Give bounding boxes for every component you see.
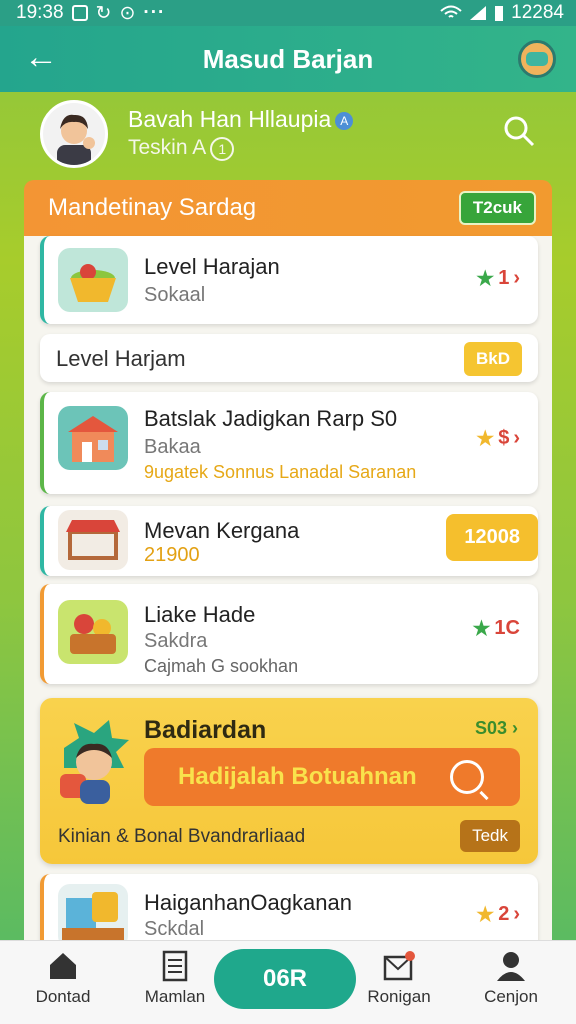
nav-item-home[interactable]: Dontad: [8, 949, 118, 1007]
promo-count-value: S03: [474, 718, 507, 738]
promo-count[interactable]: S03 ›: [475, 718, 518, 739]
chevron-right-icon: ›: [513, 267, 520, 289]
more-notifications-icon: ···: [143, 2, 166, 23]
item-rating: ★ $ ›: [476, 426, 520, 451]
rating-value: 1: [498, 267, 510, 289]
item-badge[interactable]: 12008: [446, 514, 538, 561]
profile-name-text: Bavah Han Hllaupia: [128, 106, 332, 132]
nav-item-profile[interactable]: Cenjon: [456, 949, 566, 1007]
card-header: Mandetinay Sardag T2cuk: [24, 180, 552, 236]
profile-header: Bavah Han Hllaupia A Teskin A1: [0, 92, 576, 176]
alarm-icon: ⊙: [119, 2, 136, 24]
avatar[interactable]: [40, 100, 108, 168]
nav-center-button[interactable]: 06R: [214, 949, 356, 1009]
item-title: HaiganhanOagkanan: [144, 890, 352, 915]
list-item[interactable]: Liake Hade Sakdra Cajmah G sookhan ★ 1C: [40, 584, 538, 684]
list-item[interactable]: Level Harajan Sokaal ★ 1 ›: [40, 236, 538, 324]
chevron-right-icon: ›: [513, 903, 520, 925]
mail-icon: [383, 951, 415, 981]
item-rating: ★ 1 ›: [476, 266, 520, 291]
chevron-right-icon: ›: [512, 718, 518, 738]
nav-item-messages[interactable]: Ronigan: [344, 949, 454, 1007]
item-subtitle: Sokaal: [144, 284, 206, 306]
promo-card: Badiardan S03 › Hadijalah Botuahnan Kini…: [40, 698, 538, 864]
star-icon: ★: [476, 904, 495, 926]
star-icon: ★: [476, 428, 495, 450]
rating-value: $: [498, 427, 510, 449]
nav-label: Dontad: [35, 987, 91, 1006]
card-title: Mandetinay Sardag: [48, 194, 257, 221]
promo-button-label: Hadijalah Botuahnan: [178, 763, 417, 790]
item-title: Liake Hade: [144, 602, 256, 627]
sync-icon: ↻: [95, 2, 112, 24]
item-title: Level Harajan: [144, 254, 280, 279]
assistant-avatar[interactable]: [518, 40, 556, 78]
promo-footer-text: Kinian & Bonal Bvandrarliaad: [58, 826, 306, 847]
item-subtitle: Bakaa: [144, 436, 201, 458]
item-badge: BkD: [463, 342, 522, 376]
document-icon: [162, 950, 188, 982]
mascot-icon: [60, 720, 129, 804]
bottom-nav: Dontad Mamlan 06R Ronigan Cenjon: [0, 940, 576, 1024]
shop-icon: [58, 406, 128, 470]
profile-subtitle: Teskin A1: [128, 136, 235, 161]
wifi-icon: [440, 5, 462, 18]
list-item[interactable]: Level Harjam BkD: [40, 334, 538, 382]
list-item[interactable]: Batslak Jadigkan Rarp S0 Bakaa 9ugatek S…: [40, 392, 538, 494]
item-subtitle: Sckdal: [144, 918, 205, 940]
app-bar: ← Masud Barjan: [0, 26, 576, 92]
item-title: Mevan Kergana: [144, 518, 300, 543]
basket-icon: [58, 248, 128, 312]
notification-icon: [71, 5, 88, 21]
level-badge: 1: [210, 137, 235, 161]
item-title: Level Harjam: [56, 346, 186, 371]
status-time: 19:38: [16, 2, 64, 23]
robot-icon: [526, 52, 548, 66]
item-subtitle: Sakdra: [144, 630, 208, 652]
nav-label: Mamlan: [144, 987, 206, 1006]
item-note: Cajmah G sookhan: [144, 656, 299, 676]
back-arrow-icon[interactable]: ←: [24, 40, 58, 74]
list-item[interactable]: Mevan Kergana 21900 12008: [40, 506, 538, 576]
storefront-icon: [58, 884, 128, 948]
promo-search-button[interactable]: Hadijalah Botuahnan: [144, 748, 520, 806]
fruit-basket-icon: [58, 600, 128, 664]
item-rating: ★ 2 ›: [476, 902, 520, 927]
chevron-right-icon: ›: [513, 427, 520, 449]
signal-icon: [470, 6, 487, 20]
star-icon: ★: [476, 268, 495, 290]
item-value: 21900: [144, 544, 200, 566]
person-icon: [497, 952, 525, 981]
search-icon[interactable]: [502, 114, 536, 148]
promo-title: Badiardan: [144, 716, 267, 744]
rating-value: 2: [498, 903, 510, 925]
home-icon: [50, 953, 76, 979]
item-note: 9ugatek Sonnus Lanadal Saranan: [144, 462, 417, 482]
profile-subtitle-text: Teskin A: [128, 136, 207, 159]
status-bar: 19:38 ↻ ⊙ ··· 12284: [0, 0, 576, 26]
verified-badge: A: [335, 111, 354, 130]
rating-value: 1C: [494, 617, 520, 639]
header-chip[interactable]: T2cuk: [458, 191, 536, 225]
nav-label: Ronigan: [367, 987, 431, 1006]
promo-footer-button[interactable]: Tedk: [460, 820, 520, 852]
user-portrait-icon: [43, 103, 105, 165]
page-title: Masud Barjan: [202, 43, 374, 74]
status-clock: 12284: [511, 2, 564, 23]
market-stall-icon: [58, 510, 128, 570]
magnifier-icon: [450, 760, 484, 794]
star-icon: ★: [472, 618, 491, 640]
nav-label: Cenjon: [484, 987, 538, 1006]
profile-name: Bavah Han Hllaupia A: [128, 106, 354, 133]
battery-icon: [495, 6, 504, 21]
item-title: Batslak Jadigkan Rarp S0: [144, 406, 398, 431]
item-rating: ★ 1C: [472, 616, 520, 641]
